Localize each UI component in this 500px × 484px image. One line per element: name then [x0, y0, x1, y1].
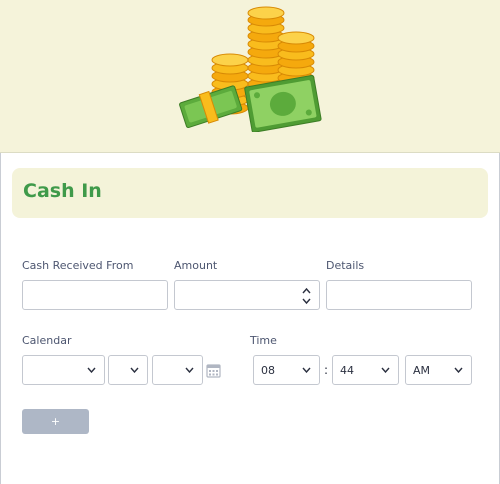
time-period-select[interactable]: AM	[405, 355, 472, 385]
chevron-down-icon	[302, 367, 311, 373]
cash-money-illustration-icon	[179, 6, 322, 132]
chevron-down-icon	[130, 367, 139, 373]
calendar-day-select[interactable]	[108, 355, 148, 385]
time-minute-select[interactable]: 44	[332, 355, 399, 385]
calendar-month-select[interactable]	[22, 355, 105, 385]
bill-bundle-left	[179, 85, 243, 129]
add-button[interactable]: +	[22, 409, 89, 434]
details-input[interactable]	[326, 280, 472, 310]
time-period-value: AM	[413, 364, 431, 377]
time-minute-value: 44	[340, 364, 354, 377]
chevron-down-icon	[381, 367, 390, 373]
time-hour-value: 08	[261, 364, 275, 377]
amount-input[interactable]	[174, 280, 320, 310]
chevron-down-icon	[185, 367, 194, 373]
calendar-year-select[interactable]	[152, 355, 203, 385]
calendar-icon[interactable]	[206, 363, 221, 378]
details-label: Details	[326, 259, 365, 272]
chevron-down-icon	[454, 367, 463, 373]
page-title: Cash In	[23, 180, 102, 202]
header-banner	[0, 0, 500, 153]
time-separator: :	[324, 363, 329, 377]
time-hour-select[interactable]: 08	[253, 355, 320, 385]
calendar-label: Calendar	[22, 334, 72, 347]
cash-received-from-label: Cash Received From	[22, 259, 134, 272]
cash-received-from-input[interactable]	[22, 280, 168, 310]
title-card: Cash In	[12, 168, 488, 218]
time-label: Time	[250, 334, 277, 347]
chevron-down-icon	[87, 367, 96, 373]
stepper-arrows-icon[interactable]	[302, 287, 311, 305]
amount-label: Amount	[174, 259, 218, 272]
